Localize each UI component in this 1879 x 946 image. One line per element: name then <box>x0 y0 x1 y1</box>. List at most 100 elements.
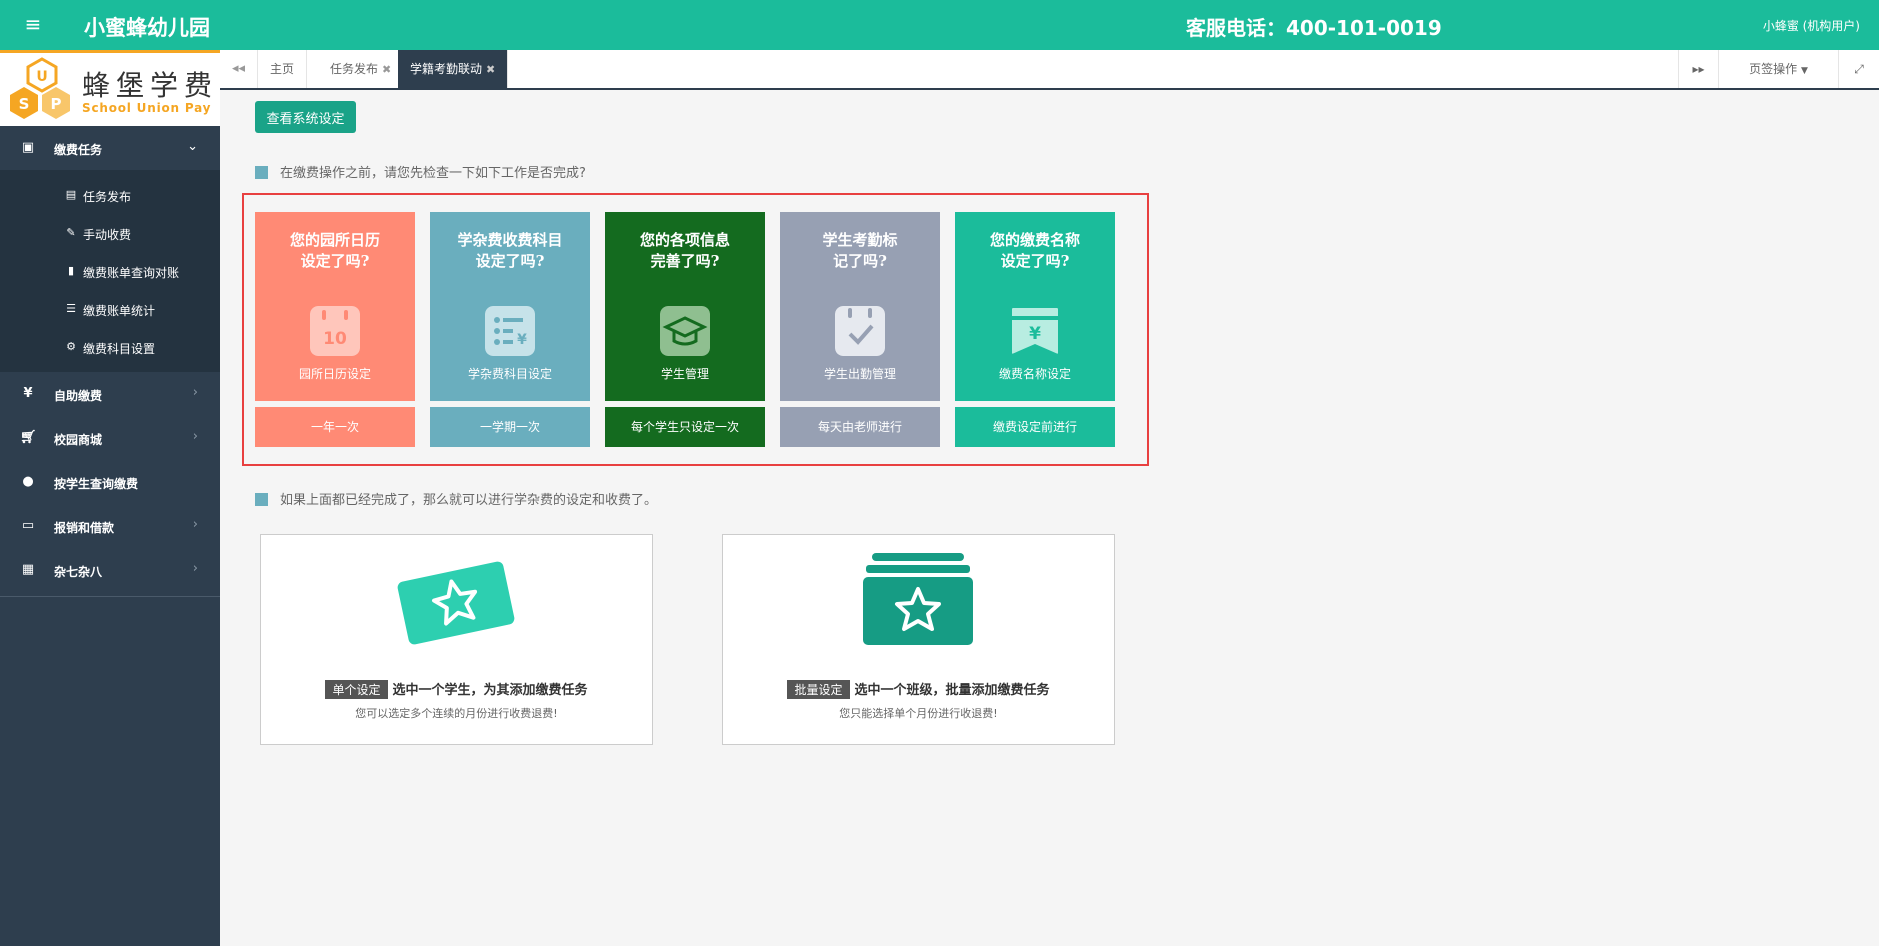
svg-text:10: 10 <box>323 329 347 349</box>
tab-task-publish[interactable]: 任务发布 ✖ <box>318 50 405 88</box>
svg-text:S: S <box>19 95 30 113</box>
divider <box>0 596 220 597</box>
svg-text:U: U <box>36 69 47 85</box>
card-top: 您的缴费名称 设定了吗? ¥ 缴费名称设定 <box>955 212 1115 401</box>
cart-icon: 🛒︎ <box>20 430 37 445</box>
graduation-cap-icon <box>660 306 710 356</box>
card-label: 园所日历设定 <box>298 367 371 381</box>
card-title: 学生考勤标 记了吗? <box>822 231 898 270</box>
hint-ready: 如果上面都已经完成了，那么就可以进行学杂费的设定和收费了。 <box>255 489 657 508</box>
card-title: 您的缴费名称 设定了吗? <box>989 231 1080 270</box>
sidebar-subitem-fee-subject[interactable]: ⚙ 缴费科目设置 <box>0 328 220 366</box>
card-label: 学杂费科目设定 <box>467 367 552 381</box>
user-menu[interactable]: 小蜂蜜 (机构用户) <box>1763 17 1860 34</box>
card-label: 学生出勤管理 <box>823 367 896 381</box>
fullscreen-icon[interactable]: ⤢ <box>1838 50 1879 88</box>
page-ops-dropdown[interactable]: 页签操作 ▼ <box>1718 50 1838 88</box>
tab-scroll-left-icon[interactable]: ◂◂ <box>220 50 258 88</box>
batch-setting-panel[interactable]: 批量设定 选中一个班级，批量添加缴费任务 您只能选择单个月份进行收退费! <box>722 534 1115 745</box>
tab-bar: ◂◂ 主页 任务发布 ✖ 学籍考勤联动 ✖ ▸▸ 页签操作 ▼ ⤢ <box>220 50 1879 90</box>
op-tag: 批量设定 <box>787 680 850 699</box>
hamburger-menu-icon[interactable]: ≡ <box>22 12 44 36</box>
top-header: ≡ 小蜜蜂幼儿园 客服电话：400-101-0019 小蜂蜜 (机构用户) <box>0 0 1879 50</box>
sidebar-item-student-query[interactable]: ● 按学生查询缴费 <box>0 460 220 504</box>
op-note: 您可以选定多个连续的月份进行收费退费! <box>355 707 558 720</box>
square-bullet-icon <box>255 493 268 506</box>
sidebar-item-self-pay[interactable]: ¥ 自助缴费 › <box>0 372 220 416</box>
hint-checklist: 在缴费操作之前，请您先检查一下如下工作是否完成? <box>255 162 586 181</box>
close-icon[interactable]: ✖ <box>486 63 495 76</box>
sidebar-item-label: 缴费账单查询对账 <box>83 266 180 280</box>
yen-bookmark-icon: ¥ <box>1012 308 1058 354</box>
file-icon: ▤ <box>65 188 77 201</box>
card-title: 学杂费收费科目 设定了吗? <box>457 231 563 270</box>
svg-text:¥: ¥ <box>517 332 527 348</box>
sidebar-subitem-bill-query[interactable]: ▮ 缴费账单查询对账 <box>0 252 220 290</box>
single-setting-panel[interactable]: 单个设定 选中一个学生，为其添加缴费任务 您可以选定多个连续的月份进行收费退费! <box>260 534 653 745</box>
sidebar-item-label: 缴费账单统计 <box>83 304 156 318</box>
chevron-right-icon: › <box>192 561 198 576</box>
yen-icon: ¥ <box>23 386 33 401</box>
chevron-down-icon: ⌄ <box>187 139 198 154</box>
edit-icon: ✎ <box>66 226 76 239</box>
checklist-card-fee-subject[interactable]: 学杂费收费科目 设定了吗? ¥ 学杂费科目设定 一学期一次 <box>430 212 590 447</box>
card-frequency: 一学期一次 <box>430 407 590 447</box>
tab-home[interactable]: 主页 <box>258 50 308 88</box>
hint-text: 如果上面都已经完成了，那么就可以进行学杂费的设定和收费了。 <box>280 493 658 508</box>
tab-scroll-right-icon[interactable]: ▸▸ <box>1678 50 1718 88</box>
page-ops-label: 页签操作 <box>1749 62 1798 76</box>
svg-text:¥: ¥ <box>1029 324 1041 344</box>
sidebar-item-label: 自助缴费 <box>54 389 103 403</box>
op-title: 批量设定 选中一个班级，批量添加缴费任务 <box>723 679 1114 699</box>
money-icon: ▣ <box>21 140 35 155</box>
card-title: 您的园所日历 设定了吗? <box>289 231 380 270</box>
card-top: 您的园所日历 设定了吗? 10 园所日历设定 <box>255 212 415 401</box>
card-title: 您的各项信息 完善了吗? <box>639 231 730 270</box>
sidebar-item-reimburse[interactable]: ▭ 报销和借款 › <box>0 504 220 548</box>
sidebar-item-label: 任务发布 <box>83 190 132 204</box>
card-top: 您的各项信息 完善了吗? 学生管理 <box>605 212 765 401</box>
sidebar-item-label: 杂七杂八 <box>54 565 103 579</box>
logo-hexagon-icon: U S P <box>10 57 70 119</box>
sidebar: U S P 蜂堡学费 School Union Pay ▣ 缴费任务 ⌄ ▤ 任… <box>0 50 220 946</box>
sidebar-subitem-bill-stats[interactable]: ☰ 缴费账单统计 <box>0 290 220 328</box>
sidebar-subitem-manual-charge[interactable]: ✎ 手动收费 <box>0 214 220 252</box>
view-system-settings-button[interactable]: 查看系统设定 <box>255 101 356 133</box>
hotline-text: 客服电话：400-101-0019 <box>1186 16 1442 40</box>
op-tag: 单个设定 <box>325 680 388 699</box>
side-nav: ▣ 缴费任务 ⌄ ▤ 任务发布 ✎ 手动收费 ▮ 缴费账单查询对账 ☰ 缴费账单… <box>0 126 220 597</box>
sidebar-item-label: 报销和借款 <box>54 521 115 535</box>
card-frequency: 一年一次 <box>255 407 415 447</box>
card-frequency: 每天由老师进行 <box>780 407 940 447</box>
sidebar-item-label: 校园商城 <box>54 433 103 447</box>
list-icon: ☰ <box>66 302 76 315</box>
checklist-card-attendance[interactable]: 学生考勤标 记了吗? 学生出勤管理 每天由老师进行 <box>780 212 940 447</box>
tab-attendance-link[interactable]: 学籍考勤联动 ✖ <box>398 50 509 88</box>
tab-label: 主页 <box>270 62 295 76</box>
sidebar-item-misc[interactable]: ▦ 杂七杂八 › <box>0 548 220 592</box>
square-bullet-icon <box>255 166 268 179</box>
sidebar-item-mall[interactable]: 🛒︎ 校园商城 › <box>0 416 220 460</box>
svg-text:P: P <box>51 95 62 113</box>
gear-icon: ⚙ <box>66 340 76 353</box>
logo: U S P 蜂堡学费 School Union Pay <box>0 50 220 126</box>
sidebar-item-fee-tasks[interactable]: ▣ 缴费任务 ⌄ <box>0 126 220 170</box>
card-frequency: 缴费设定前进行 <box>955 407 1115 447</box>
fee-list-icon: ¥ <box>485 306 535 356</box>
logo-cn-text: 蜂堡学费 <box>82 69 219 102</box>
sidebar-subitem-task-publish[interactable]: ▤ 任务发布 <box>0 176 220 214</box>
checklist-card-student-info[interactable]: 您的各项信息 完善了吗? 学生管理 每个学生只设定一次 <box>605 212 765 447</box>
main-content: 查看系统设定 在缴费操作之前，请您先检查一下如下工作是否完成? 您的园所日历 设定… <box>220 90 1879 946</box>
brand-title: 小蜜蜂幼儿园 <box>84 16 210 40</box>
op-title: 单个设定 选中一个学生，为其添加缴费任务 <box>261 679 652 699</box>
sidebar-item-label: 手动收费 <box>83 228 132 242</box>
card-icon: ▭ <box>21 518 35 533</box>
hint-text: 在缴费操作之前，请您先检查一下如下工作是否完成? <box>280 166 586 181</box>
close-icon[interactable]: ✖ <box>382 63 391 76</box>
batch-stack-star-icon <box>863 553 973 645</box>
checklist-card-fee-name[interactable]: 您的缴费名称 设定了吗? ¥ 缴费名称设定 缴费设定前进行 <box>955 212 1115 447</box>
attendance-check-icon <box>835 306 885 356</box>
tab-label: 学籍考勤联动 <box>410 62 483 76</box>
checklist-card-calendar[interactable]: 您的园所日历 设定了吗? 10 园所日历设定 一年一次 <box>255 212 415 447</box>
chevron-right-icon: › <box>192 429 198 444</box>
